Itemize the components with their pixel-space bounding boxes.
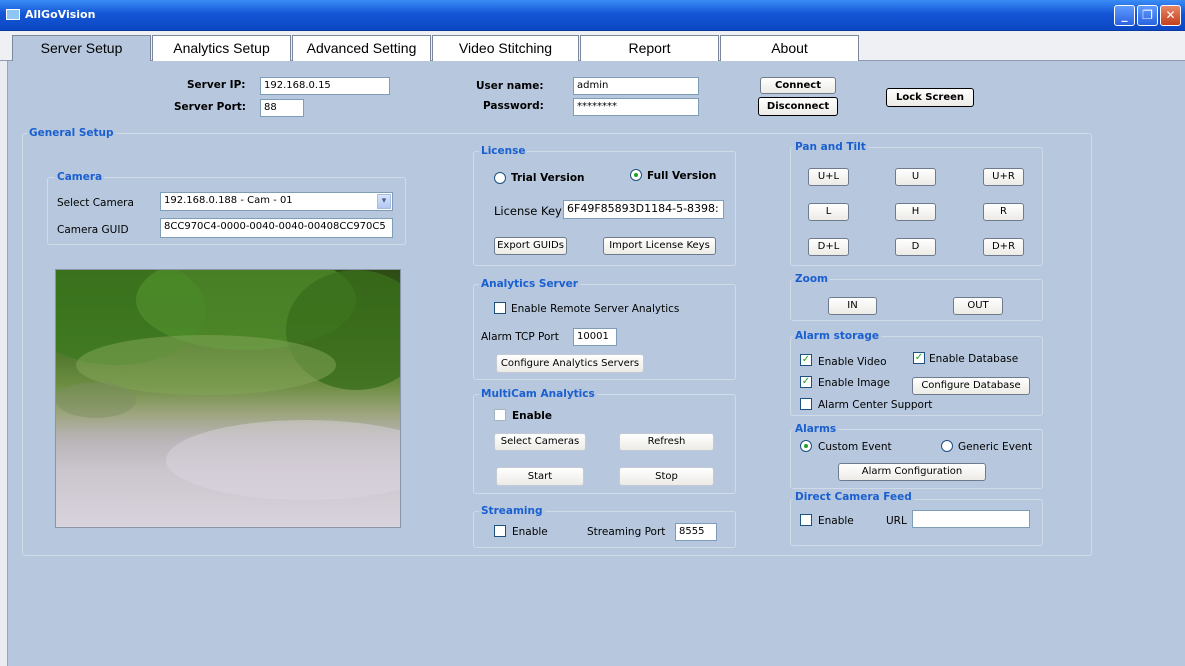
tab-analytics-setup[interactable]: Analytics Setup [152, 35, 291, 61]
enable-image-checkbox[interactable]: ✓ [800, 376, 812, 388]
disconnect-button[interactable]: Disconnect [758, 97, 838, 116]
password-label: Password: [483, 100, 544, 112]
alarm-center-support-checkbox[interactable] [800, 398, 812, 410]
zoom-in-button[interactable]: IN [828, 297, 877, 315]
close-button[interactable]: ✕ [1160, 5, 1181, 26]
alarm-configuration-button[interactable]: Alarm Configuration [838, 463, 986, 481]
stop-button[interactable]: Stop [619, 467, 714, 486]
direct-feed-title: Direct Camera Feed [793, 491, 914, 503]
direct-feed-url-input[interactable] [912, 510, 1030, 528]
alarm-tcp-port-label: Alarm TCP Port [481, 331, 559, 343]
server-port-input[interactable]: 88 [260, 99, 304, 117]
alarm-center-support-label: Alarm Center Support [818, 399, 933, 411]
alarm-storage-title: Alarm storage [793, 330, 881, 342]
left-border [0, 61, 8, 666]
tab-server-setup[interactable]: Server Setup [12, 35, 151, 61]
license-key-label: License Key [494, 204, 562, 218]
select-camera-label: Select Camera [57, 197, 134, 209]
pan-right-button[interactable]: R [983, 203, 1024, 221]
direct-feed-enable-checkbox[interactable] [800, 514, 812, 526]
trial-version-label: Trial Version [511, 172, 585, 184]
pan-up-left-button[interactable]: U+L [808, 168, 849, 186]
direct-feed-url-label: URL [886, 515, 907, 527]
camera-guid-label: Camera GUID [57, 224, 129, 236]
enable-image-label: Enable Image [818, 377, 890, 389]
tab-video-stitching[interactable]: Video Stitching [432, 35, 579, 61]
chevron-down-icon[interactable]: ▾ [377, 194, 391, 209]
select-camera-dropdown[interactable]: 192.168.0.188 - Cam - 01 [160, 192, 393, 211]
select-camera-value: 192.168.0.188 - Cam - 01 [164, 195, 293, 206]
title-bar: AllGoVision _ ❐ ✕ [0, 0, 1185, 31]
enable-database-label: Enable Database [929, 353, 1019, 365]
window-title: AllGoVision [25, 8, 96, 21]
username-input[interactable]: admin [573, 77, 699, 95]
alarms-title: Alarms [793, 423, 839, 435]
license-title: License [479, 145, 528, 157]
custom-event-label: Custom Event [818, 441, 892, 453]
tab-about[interactable]: About [720, 35, 859, 61]
import-license-keys-button[interactable]: Import License Keys [603, 237, 716, 255]
server-ip-input[interactable]: 192.168.0.15 [260, 77, 390, 95]
full-version-radio[interactable] [630, 169, 642, 181]
minimize-button[interactable]: _ [1114, 5, 1135, 26]
license-key-input[interactable]: 6F49F85893D1184-5-8398: [563, 200, 724, 219]
pan-down-left-button[interactable]: D+L [808, 238, 849, 256]
configure-database-button[interactable]: Configure Database [912, 377, 1030, 395]
enable-remote-server-checkbox[interactable] [494, 302, 506, 314]
streaming-enable-label: Enable [512, 526, 548, 538]
configure-analytics-servers-button[interactable]: Configure Analytics Servers [496, 354, 644, 373]
server-ip-label: Server IP: [187, 79, 246, 91]
connect-button[interactable]: Connect [760, 77, 836, 94]
enable-database-checkbox[interactable]: ✓ [913, 352, 925, 364]
tab-bar: Server Setup Analytics Setup Advanced Se… [0, 31, 1185, 61]
generic-event-radio[interactable] [941, 440, 953, 452]
username-label: User name: [476, 80, 544, 92]
full-version-label: Full Version [647, 170, 717, 182]
streaming-port-input[interactable]: 8555 [675, 523, 717, 541]
camera-guid-input[interactable]: 8CC970C4-0000-0040-0040-00408CC970C5 [160, 218, 393, 238]
app-icon [6, 9, 20, 20]
generic-event-label: Generic Event [958, 441, 1033, 453]
export-guids-button[interactable]: Export GUIDs [494, 237, 567, 255]
zoom-title: Zoom [793, 273, 830, 285]
multicam-title: MultiCam Analytics [479, 388, 597, 400]
camera-title: Camera [55, 171, 105, 183]
tab-advanced-setting[interactable]: Advanced Setting [292, 35, 431, 61]
pan-up-button[interactable]: U [895, 168, 936, 186]
zoom-out-button[interactable]: OUT [953, 297, 1003, 315]
pan-tilt-title: Pan and Tilt [793, 141, 868, 153]
pan-left-button[interactable]: L [808, 203, 849, 221]
enable-video-checkbox[interactable]: ✓ [800, 354, 812, 366]
tab-report[interactable]: Report [580, 35, 719, 61]
multicam-enable-label: Enable [512, 410, 552, 422]
multicam-enable-checkbox[interactable] [494, 409, 506, 421]
server-port-label: Server Port: [174, 101, 246, 113]
select-cameras-button[interactable]: Select Cameras [494, 433, 586, 451]
refresh-button[interactable]: Refresh [619, 433, 714, 451]
maximize-button[interactable]: ❐ [1137, 5, 1158, 26]
streaming-enable-checkbox[interactable] [494, 525, 506, 537]
camera-frame-image [56, 270, 400, 500]
lock-screen-button[interactable]: Lock Screen [886, 88, 974, 107]
pan-down-button[interactable]: D [895, 238, 936, 256]
start-button[interactable]: Start [496, 467, 584, 486]
direct-feed-enable-label: Enable [818, 515, 854, 527]
trial-version-radio[interactable] [494, 172, 506, 184]
camera-preview [55, 269, 401, 528]
analytics-server-title: Analytics Server [479, 278, 580, 290]
pan-down-right-button[interactable]: D+R [983, 238, 1024, 256]
pan-up-right-button[interactable]: U+R [983, 168, 1024, 186]
alarm-tcp-port-input[interactable]: 10001 [573, 328, 617, 346]
custom-event-radio[interactable] [800, 440, 812, 452]
enable-remote-server-label: Enable Remote Server Analytics [511, 303, 680, 315]
pan-home-button[interactable]: H [895, 203, 936, 221]
streaming-title: Streaming [479, 505, 545, 517]
streaming-port-label: Streaming Port [587, 526, 666, 538]
general-setup-title: General Setup [27, 127, 116, 139]
enable-video-label: Enable Video [818, 356, 887, 368]
password-input[interactable]: ******** [573, 98, 699, 116]
